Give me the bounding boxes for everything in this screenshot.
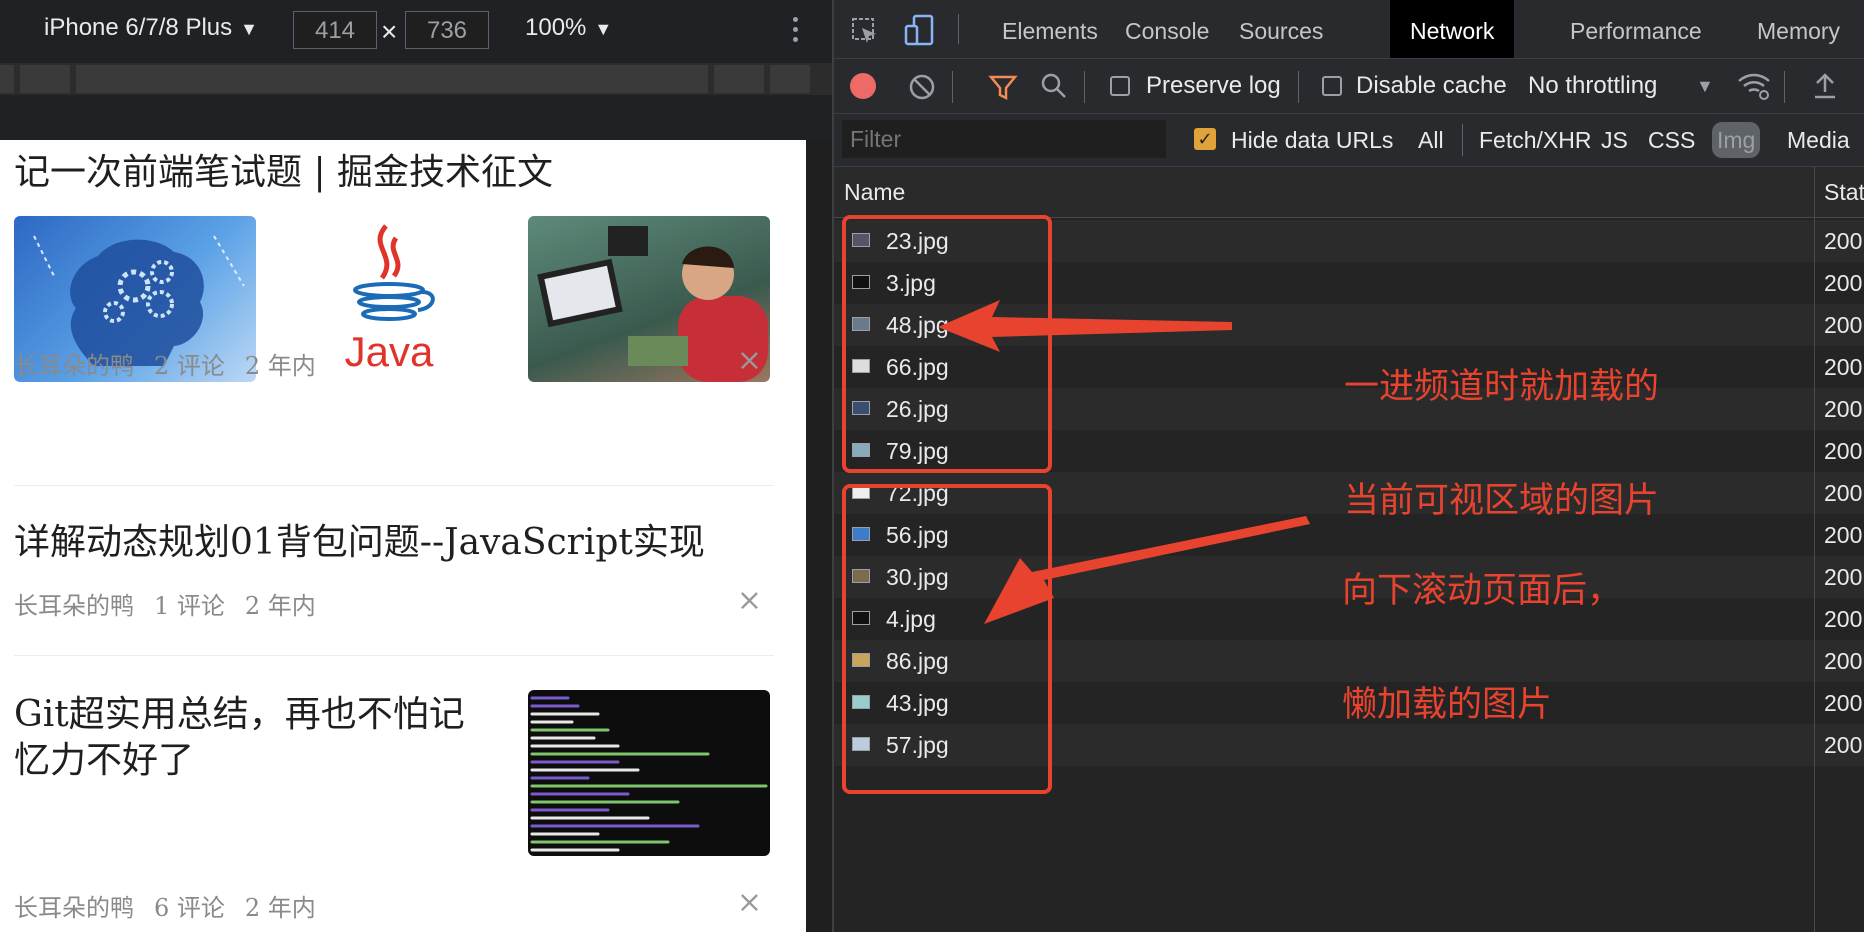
filter-type-all[interactable]: All bbox=[1413, 122, 1449, 158]
status-code: 200 bbox=[1824, 606, 1863, 632]
filter-type-css[interactable]: CSS bbox=[1643, 122, 1700, 158]
filter-type-fetch-xhr[interactable]: Fetch/XHR bbox=[1474, 122, 1596, 158]
column-status[interactable]: Stat bbox=[1824, 179, 1864, 206]
hide-data-urls-label: Hide data URLs bbox=[1231, 127, 1394, 153]
time: 2 年内 bbox=[244, 592, 316, 620]
disable-cache-label: Disable cache bbox=[1356, 72, 1507, 99]
tab-memory[interactable]: Memory bbox=[1737, 0, 1860, 58]
import-har-icon[interactable] bbox=[1812, 72, 1838, 100]
record-icon[interactable] bbox=[850, 73, 876, 99]
tab-network[interactable]: Network bbox=[1390, 0, 1515, 58]
status-code: 200 bbox=[1824, 396, 1863, 422]
tab-elements[interactable]: Elements bbox=[982, 0, 1118, 58]
article-meta: 长耳朵的鸭 2 评论 2 年内 bbox=[14, 346, 336, 381]
annotation-line: 懒加载的图片 bbox=[1342, 685, 1553, 725]
preserve-log-label: Preserve log bbox=[1146, 72, 1281, 99]
status-code: 200 bbox=[1824, 732, 1863, 758]
author[interactable]: 长耳朵的鸭 bbox=[14, 894, 134, 922]
dismiss-icon[interactable]: × bbox=[737, 586, 762, 616]
thumbnail-code-screenshot[interactable] bbox=[528, 690, 770, 856]
height-input[interactable]: 736 bbox=[405, 11, 489, 49]
device-emulation-pane: iPhone 6/7/8 Plus ▼ 414 × 736 100% ▼ 记一次前端… bbox=[0, 0, 832, 932]
article-meta: 长耳朵的鸭 1 评论 2 年内 bbox=[14, 586, 336, 621]
status-code: 200 bbox=[1824, 312, 1863, 338]
zoom-value: 100% bbox=[525, 14, 587, 41]
author[interactable]: 长耳朵的鸭 bbox=[14, 592, 134, 620]
dismiss-icon[interactable]: × bbox=[737, 346, 762, 376]
column-name[interactable]: Name bbox=[844, 179, 905, 206]
article-meta: 长耳朵的鸭 6 评论 2 年内 bbox=[14, 888, 336, 923]
status-code: 200 bbox=[1824, 438, 1863, 464]
status-code: 200 bbox=[1824, 354, 1863, 380]
status-code: 200 bbox=[1824, 648, 1863, 674]
article-title[interactable]: 记一次前端笔试题 | 掘金技术征文 bbox=[14, 150, 553, 196]
java-logo-text: Java bbox=[345, 328, 434, 375]
time: 2 年内 bbox=[244, 352, 316, 380]
comment-count[interactable]: 1 评论 bbox=[154, 592, 225, 620]
status-code: 200 bbox=[1824, 228, 1863, 254]
network-toolbar: Preserve log Disable cache No throttling… bbox=[834, 59, 1864, 114]
annotation-line: 一进频道时就加载的 bbox=[1344, 367, 1660, 407]
preserve-log-checkbox[interactable] bbox=[1110, 76, 1130, 96]
device-select[interactable]: iPhone 6/7/8 Plus ▼ bbox=[44, 14, 258, 42]
article-title[interactable]: Git超实用总结，再也不怕记 忆力不好了 bbox=[14, 692, 465, 784]
dropdown-arrow-icon: ▼ bbox=[594, 19, 613, 39]
search-icon[interactable] bbox=[1040, 72, 1068, 100]
filter-type-media[interactable]: Media bbox=[1782, 122, 1855, 158]
dimension-separator: × bbox=[381, 16, 398, 47]
filter-bar: ✓ Hide data URLs All Fetch/XHR JS CSS Im… bbox=[834, 114, 1864, 167]
filter-input[interactable] bbox=[842, 120, 1166, 158]
network-conditions-icon[interactable] bbox=[1736, 71, 1772, 101]
tab-console[interactable]: Console bbox=[1105, 0, 1229, 58]
divider bbox=[14, 485, 774, 486]
width-input[interactable]: 414 bbox=[293, 11, 377, 49]
dismiss-icon[interactable]: × bbox=[737, 888, 762, 918]
filter-type-img[interactable]: Img bbox=[1712, 122, 1761, 158]
status-code: 200 bbox=[1824, 270, 1863, 296]
filter-icon[interactable] bbox=[988, 73, 1018, 101]
clear-icon[interactable] bbox=[908, 73, 936, 101]
status-code: 200 bbox=[1824, 690, 1863, 716]
divider bbox=[14, 655, 774, 656]
filter-type-js[interactable]: JS bbox=[1596, 122, 1633, 158]
status-code: 200 bbox=[1824, 522, 1863, 548]
requests-table-header: Name Stat bbox=[834, 167, 1864, 218]
annotation-box-initial bbox=[842, 215, 1052, 473]
annotation-line: 向下滚动页面后， bbox=[1342, 571, 1623, 611]
devtools-panel: Elements Console Sources Network Perform… bbox=[834, 0, 1864, 932]
hide-data-urls-checkbox[interactable]: ✓ bbox=[1194, 128, 1216, 150]
status-code: 200 bbox=[1824, 480, 1863, 506]
device-toolbar-icon[interactable] bbox=[904, 14, 938, 46]
status-code: 200 bbox=[1824, 564, 1863, 590]
inspect-element-icon[interactable] bbox=[850, 16, 880, 46]
comment-count[interactable]: 2 评论 bbox=[154, 352, 225, 380]
throttling-value: No throttling bbox=[1528, 72, 1658, 99]
article-title-line: Git超实用总结，再也不怕记 bbox=[14, 694, 465, 735]
time: 2 年内 bbox=[244, 894, 316, 922]
dropdown-arrow-icon: ▼ bbox=[1696, 76, 1714, 96]
zoom-select[interactable]: 100% ▼ bbox=[525, 14, 612, 42]
annotation-box-lazy bbox=[842, 484, 1052, 794]
tab-sources[interactable]: Sources bbox=[1219, 0, 1343, 58]
devtools-tab-bar: Elements Console Sources Network Perform… bbox=[834, 0, 1864, 59]
disable-cache-checkbox[interactable] bbox=[1322, 76, 1342, 96]
tab-performance[interactable]: Performance bbox=[1550, 0, 1722, 58]
device-name: iPhone 6/7/8 Plus bbox=[44, 14, 233, 41]
dropdown-arrow-icon: ▼ bbox=[240, 19, 258, 39]
mobile-page[interactable]: 记一次前端笔试题 | 掘金技术征文 Java 长耳朵的鸭 2 评论 2 年内 ×… bbox=[0, 140, 806, 932]
thumbnail-kids-laptops[interactable] bbox=[528, 216, 770, 382]
more-options-icon[interactable] bbox=[788, 14, 802, 48]
article-title-line: 忆力不好了 bbox=[14, 740, 195, 781]
media-query-ruler[interactable] bbox=[0, 63, 832, 95]
author[interactable]: 长耳朵的鸭 bbox=[14, 352, 134, 380]
device-toolbar: iPhone 6/7/8 Plus ▼ 414 × 736 100% ▼ bbox=[0, 0, 832, 63]
annotation-text-lazy: 向下滚动页面后， 懒加载的图片 bbox=[1342, 496, 1622, 800]
comment-count[interactable]: 6 评论 bbox=[154, 894, 225, 922]
article-title[interactable]: 详解动态规划01背包问题--JavaScript实现 bbox=[14, 520, 705, 566]
